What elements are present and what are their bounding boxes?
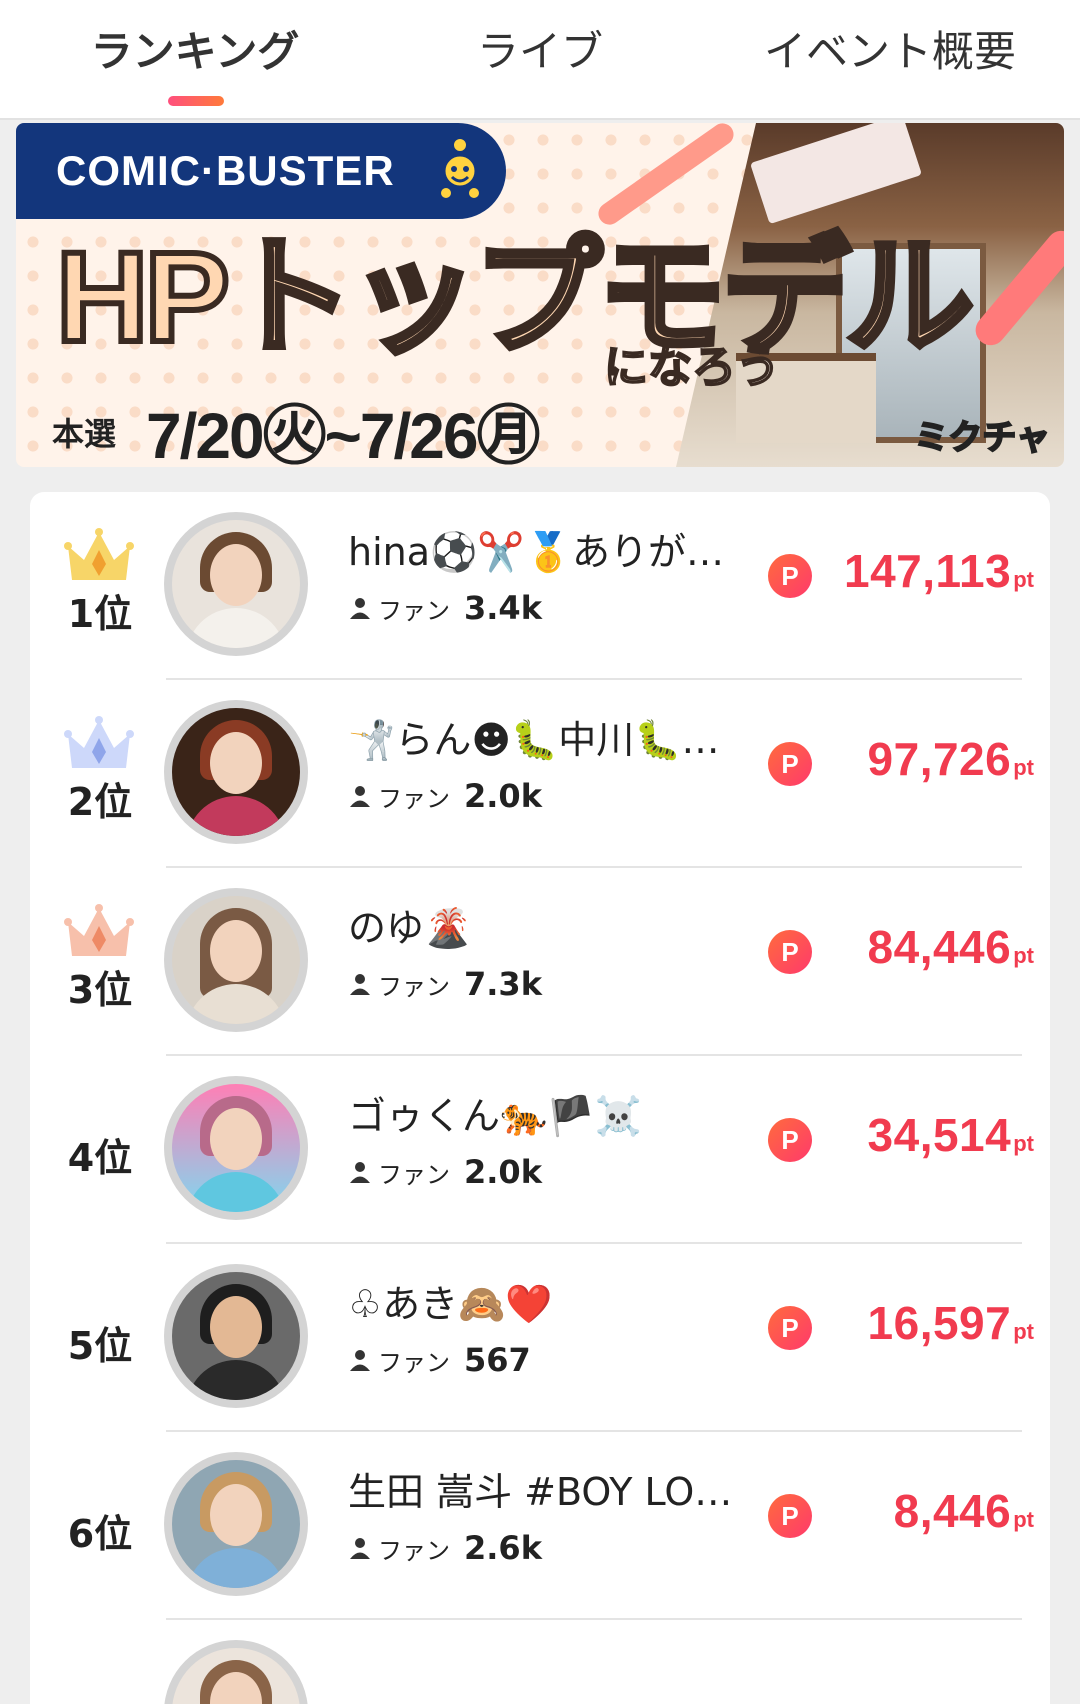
fans-label: ファン <box>378 596 450 625</box>
silver-crown-icon <box>64 716 134 768</box>
fans-label: ファン <box>378 972 450 1001</box>
person-icon <box>350 1350 370 1371</box>
user-name: ゴゥくん🐅🏴☠️ <box>348 1094 642 1138</box>
user-name: 🤺らん☻🐛中川🐛… <box>348 718 720 762</box>
tab-live[interactable]: ライブ <box>440 22 640 82</box>
point-icon: P <box>768 554 812 598</box>
fan-count: ファン 7.3k <box>348 964 542 1004</box>
avatar[interactable] <box>164 1264 308 1408</box>
avatar[interactable] <box>164 1452 308 1596</box>
point-icon: P <box>768 1306 812 1350</box>
point-icon: P <box>768 1118 812 1162</box>
event-banner[interactable]: COMIC·BUSTER HPトップモデル になろう 本選 7/20㊋~7/26… <box>16 123 1064 467</box>
tab-ranking[interactable]: ランキング <box>60 22 330 82</box>
point-icon: P <box>768 742 812 786</box>
banner-date-label: 本選 <box>52 415 117 453</box>
ranking-list: 1位 hina⚽️✂️🥇ありが… ファン 3.4k P 147,113 pt 2… <box>30 492 1050 1704</box>
avatar[interactable] <box>164 700 308 844</box>
fans-value: 567 <box>464 1341 531 1379</box>
gold-crown-icon <box>64 528 134 580</box>
avatar[interactable] <box>164 888 308 1032</box>
user-name: 生田 嵩斗 #BOY LO… <box>348 1470 733 1514</box>
rank-number: 5位 <box>67 1324 133 1368</box>
rank-number: 2位 <box>67 780 133 824</box>
mascot-icon <box>439 137 481 200</box>
user-name: のゆ🌋 <box>348 906 472 950</box>
fan-count: ファン 567 <box>348 1340 531 1380</box>
fans-value: 2.0k <box>464 1153 542 1191</box>
rank-number: 6位 <box>67 1512 133 1556</box>
score-value: 34,514 <box>867 1109 1012 1161</box>
rank-number: 1位 <box>67 592 133 636</box>
person-icon <box>350 1538 370 1559</box>
user-name: hina⚽️✂️🥇ありが… <box>348 530 724 574</box>
fan-count: ファン 3.4k <box>348 588 542 628</box>
score-unit: pt <box>1013 1319 1034 1344</box>
banner-headline: HPトップモデル <box>53 223 977 372</box>
ranking-row[interactable]: 2位 🤺らん☻🐛中川🐛… ファン 2.0k P 97,726 pt <box>30 680 1050 868</box>
score-unit: pt <box>1013 1131 1034 1156</box>
fans-value: 7.3k <box>464 965 542 1003</box>
person-icon <box>350 598 370 619</box>
person-icon <box>350 786 370 807</box>
score-value: 16,597 <box>867 1297 1012 1349</box>
ranking-row[interactable]: 1位 hina⚽️✂️🥇ありが… ファン 3.4k P 147,113 pt <box>30 492 1050 680</box>
fans-label: ファン <box>378 1536 450 1565</box>
fans-label: ファン <box>378 1160 450 1189</box>
score-value: 84,446 <box>867 921 1012 973</box>
ranking-row[interactable]: 6位 生田 嵩斗 #BOY LO… ファン 2.6k P 8,446 pt <box>30 1432 1050 1620</box>
rank-number: 4位 <box>67 1136 133 1180</box>
avatar[interactable] <box>164 1640 308 1704</box>
point-icon: P <box>768 1494 812 1538</box>
ranking-row[interactable]: 5位 ♧あき🙈❤️ ファン 567 P 16,597 pt <box>30 1244 1050 1432</box>
score-unit: pt <box>1013 567 1034 592</box>
fans-value: 2.6k <box>464 1529 542 1567</box>
score-unit: pt <box>1013 755 1034 780</box>
tab-bar: ランキング ライブ イベント概要 <box>0 0 1080 120</box>
fans-label: ファン <box>378 1348 450 1377</box>
ranking-row[interactable]: 4位 ゴゥくん🐅🏴☠️ ファン 2.0k P 34,514 pt <box>30 1056 1050 1244</box>
avatar[interactable] <box>164 1076 308 1220</box>
bronze-crown-icon <box>64 904 134 956</box>
point-icon: P <box>768 930 812 974</box>
fan-count: ファン 2.6k <box>348 1528 542 1568</box>
active-tab-indicator <box>168 96 224 106</box>
score-unit: pt <box>1013 943 1034 968</box>
score: 97,726 pt <box>868 732 1034 786</box>
avatar[interactable] <box>164 512 308 656</box>
fans-value: 3.4k <box>464 589 542 627</box>
fan-count: ファン 2.0k <box>348 1152 542 1192</box>
person-icon <box>350 974 370 995</box>
tab-event-overview[interactable]: イベント概要 <box>740 22 1040 82</box>
fans-value: 2.0k <box>464 777 542 815</box>
ranking-row-partial[interactable] <box>30 1620 1050 1704</box>
score: 8,446 pt <box>894 1484 1034 1538</box>
score-value: 97,726 <box>867 733 1012 785</box>
brand-logo: COMIC·BUSTER <box>56 147 395 194</box>
rank-number: 3位 <box>67 968 133 1012</box>
score-unit: pt <box>1013 1507 1034 1532</box>
user-name: ♧あき🙈❤️ <box>348 1282 553 1326</box>
ranking-row[interactable]: 3位 のゆ🌋 ファン 7.3k P 84,446 pt <box>30 868 1050 1056</box>
person-icon <box>350 1162 370 1183</box>
score: 84,446 pt <box>868 920 1034 974</box>
banner-subline: になろう <box>603 341 781 394</box>
score-value: 8,446 <box>893 1485 1012 1537</box>
fans-label: ファン <box>378 784 450 813</box>
fan-count: ファン 2.0k <box>348 776 542 816</box>
mixchannel-logo: ミクチャ <box>913 417 1051 459</box>
score: 147,113 pt <box>844 544 1034 598</box>
score: 16,597 pt <box>868 1296 1034 1350</box>
score-value: 147,113 <box>843 545 1012 597</box>
score: 34,514 pt <box>868 1108 1034 1162</box>
banner-date-range: 7/20㊋~7/26㊊ <box>146 400 540 467</box>
